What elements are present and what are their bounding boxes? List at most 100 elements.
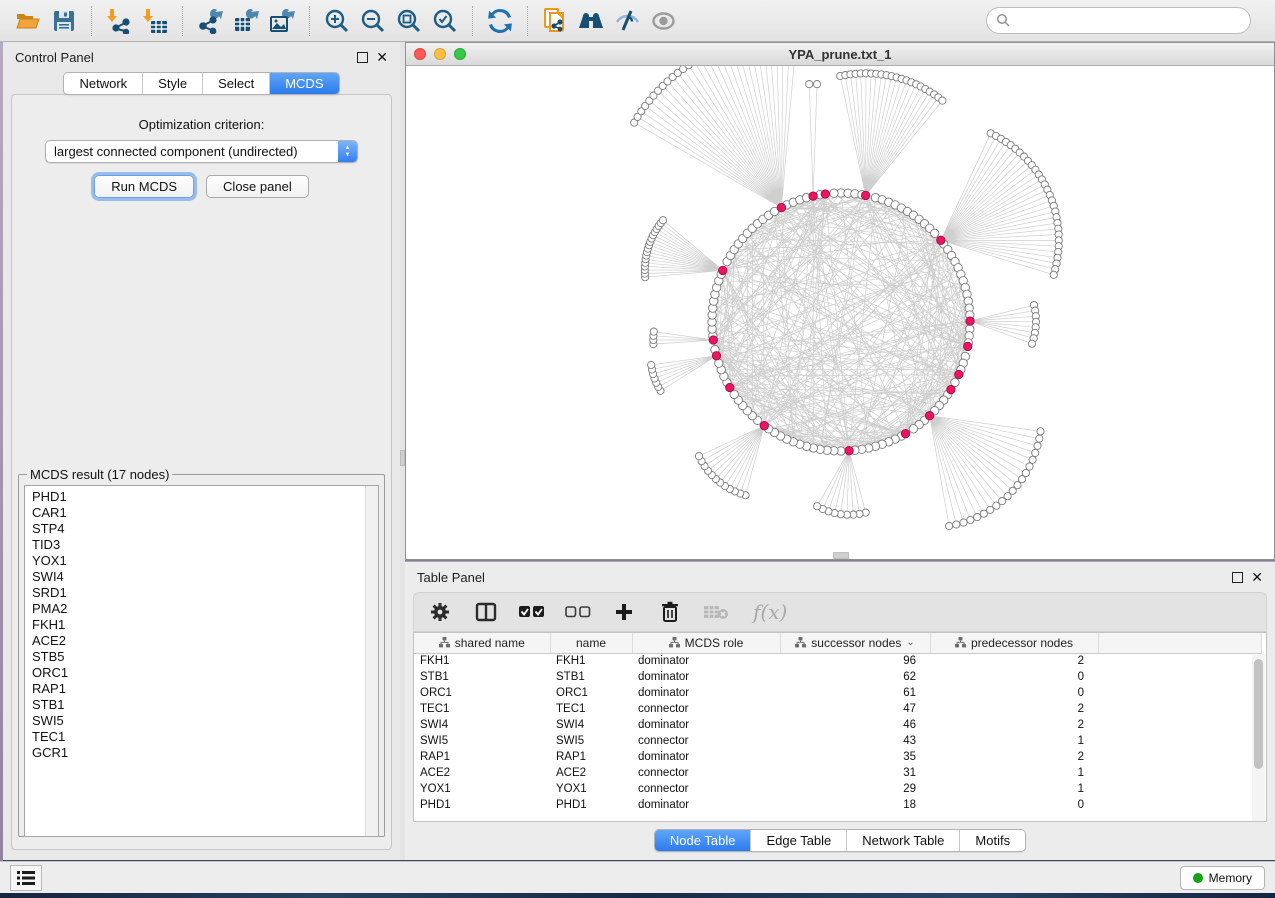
col-mcds-role[interactable]: MCDS role — [632, 633, 780, 653]
table-settings-icon[interactable] — [426, 598, 454, 626]
cell-filler[interactable] — [1098, 669, 1262, 685]
network-node[interactable] — [1034, 442, 1041, 449]
mcds-network-node[interactable] — [937, 236, 945, 244]
cell-predecessor-nodes[interactable]: 0 — [930, 685, 1098, 701]
cell-filler[interactable] — [1098, 797, 1262, 813]
window-zoom-icon[interactable] — [454, 48, 466, 60]
cell-name[interactable]: TEC1 — [550, 701, 632, 717]
cell-shared-name[interactable]: RAP1 — [414, 749, 550, 765]
select-all-icon[interactable] — [518, 598, 546, 626]
save-session-icon[interactable] — [46, 4, 82, 38]
network-node[interactable] — [909, 425, 917, 433]
cell-name[interactable]: YOX1 — [550, 781, 632, 797]
cell-mcds-role[interactable]: dominator — [632, 717, 780, 733]
clone-network-icon[interactable] — [537, 4, 573, 38]
network-search-box[interactable] — [986, 7, 1251, 34]
network-node[interactable] — [946, 522, 953, 529]
cell-successor-nodes[interactable]: 35 — [780, 749, 930, 765]
network-node[interactable] — [1026, 463, 1033, 470]
network-node[interactable] — [806, 81, 813, 88]
network-window-titlebar[interactable]: YPA_prune.txt_1 — [406, 43, 1274, 66]
cell-filler[interactable] — [1098, 701, 1262, 717]
mcds-network-node[interactable] — [709, 336, 717, 344]
network-node[interactable] — [1050, 271, 1057, 278]
cell-filler[interactable] — [1098, 685, 1262, 701]
mcds-result-item[interactable]: SWI4 — [32, 569, 378, 585]
cell-successor-nodes[interactable]: 31 — [780, 765, 930, 781]
mcds-network-node[interactable] — [964, 342, 972, 350]
network-node[interactable] — [960, 519, 967, 526]
cell-successor-nodes[interactable]: 29 — [780, 781, 930, 797]
mcds-result-item[interactable]: STP4 — [32, 521, 378, 537]
col-name[interactable]: name — [550, 633, 632, 653]
table-row[interactable]: RAP1RAP1dominator352 — [414, 749, 1262, 765]
function-builder-icon[interactable]: f(x) — [748, 598, 792, 626]
cell-shared-name[interactable]: FKH1 — [414, 653, 550, 669]
network-node[interactable] — [1032, 449, 1039, 456]
delete-table-icon[interactable] — [702, 598, 730, 626]
cell-predecessor-nodes[interactable]: 2 — [930, 717, 1098, 733]
cell-mcds-role[interactable]: connector — [632, 733, 780, 749]
delete-column-icon[interactable] — [656, 598, 684, 626]
cell-predecessor-nodes[interactable]: 0 — [930, 797, 1098, 813]
window-minimize-icon[interactable] — [434, 48, 446, 60]
cell-filler[interactable] — [1098, 749, 1262, 765]
zoom-selected-icon[interactable] — [427, 4, 463, 38]
mcds-result-item[interactable]: FKH1 — [32, 617, 378, 633]
network-node[interactable] — [659, 217, 666, 224]
table-row[interactable]: ACE2ACE2connector311 — [414, 765, 1262, 781]
close-panel-icon[interactable]: ✕ — [376, 52, 388, 63]
mcds-network-node[interactable] — [925, 412, 933, 420]
cell-shared-name[interactable]: ORC1 — [414, 685, 550, 701]
cell-mcds-role[interactable]: connector — [632, 781, 780, 797]
float-panel-icon[interactable] — [1232, 572, 1243, 583]
task-history-button[interactable] — [10, 865, 42, 891]
mcds-network-node[interactable] — [821, 190, 829, 198]
mcds-network-node[interactable] — [712, 352, 720, 360]
col-shared-name[interactable]: shared name — [414, 633, 550, 653]
tab-mcds[interactable]: MCDS — [269, 73, 338, 94]
tab-node-table[interactable]: Node Table — [655, 830, 751, 851]
import-table-icon[interactable] — [137, 4, 173, 38]
network-node[interactable] — [830, 189, 838, 197]
mcds-result-item[interactable]: CAR1 — [32, 505, 378, 521]
table-row[interactable]: FKH1FKH1dominator962 — [414, 653, 1262, 669]
float-panel-icon[interactable] — [357, 52, 368, 63]
criterion-dropdown[interactable]: largest connected component (undirected)… — [45, 140, 358, 163]
cell-predecessor-nodes[interactable]: 2 — [930, 749, 1098, 765]
mcds-network-node[interactable] — [901, 430, 909, 438]
zoom-fit-icon[interactable] — [391, 4, 427, 38]
network-node[interactable] — [1037, 428, 1044, 435]
mcds-result-item[interactable]: GCR1 — [32, 745, 378, 761]
close-panel-button[interactable]: Close panel — [206, 175, 309, 198]
cell-name[interactable]: RAP1 — [550, 749, 632, 765]
cell-predecessor-nodes[interactable]: 1 — [930, 781, 1098, 797]
network-node[interactable] — [695, 453, 702, 460]
cell-mcds-role[interactable]: dominator — [632, 685, 780, 701]
cell-filler[interactable] — [1098, 765, 1262, 781]
open-file-icon[interactable] — [10, 4, 46, 38]
cell-filler[interactable] — [1098, 653, 1262, 669]
cell-predecessor-nodes[interactable]: 2 — [930, 701, 1098, 717]
mcds-result-item[interactable]: PMA2 — [32, 601, 378, 617]
close-panel-icon[interactable]: ✕ — [1251, 572, 1263, 583]
table-row[interactable]: SWI4SWI4dominator462 — [414, 717, 1262, 733]
network-node[interactable] — [939, 97, 946, 104]
mcds-result-item[interactable]: ACE2 — [32, 633, 378, 649]
mcds-network-node[interactable] — [955, 370, 963, 378]
network-node[interactable] — [974, 514, 981, 521]
network-node[interactable] — [987, 506, 994, 513]
memory-button[interactable]: Memory — [1180, 866, 1265, 890]
cell-mcds-role[interactable]: connector — [632, 765, 780, 781]
cell-predecessor-nodes[interactable]: 2 — [930, 653, 1098, 669]
mcds-network-node[interactable] — [947, 385, 955, 393]
zoom-out-icon[interactable] — [355, 4, 391, 38]
hide-selected-eye-icon[interactable] — [609, 4, 645, 38]
cell-filler[interactable] — [1098, 733, 1262, 749]
mcds-list-scrollbar[interactable] — [365, 486, 378, 836]
network-node[interactable] — [1028, 340, 1035, 347]
mcds-network-node[interactable] — [777, 203, 785, 211]
mcds-result-item[interactable]: SWI5 — [32, 713, 378, 729]
cell-predecessor-nodes[interactable]: 1 — [930, 733, 1098, 749]
split-panel-icon[interactable] — [472, 598, 500, 626]
